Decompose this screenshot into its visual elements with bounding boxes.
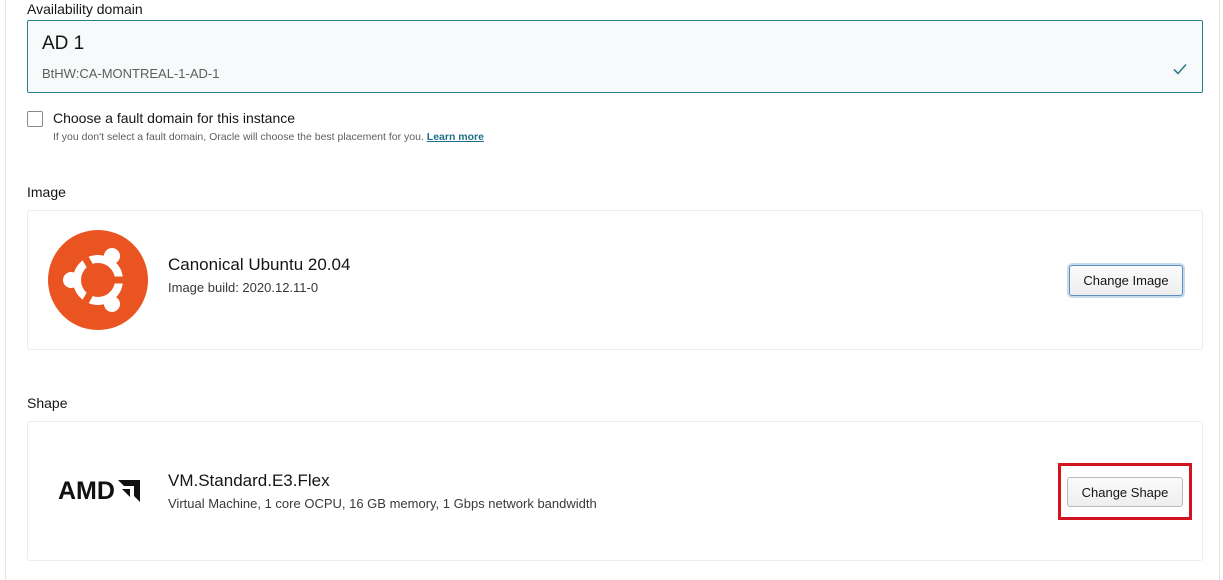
fault-domain-checkbox[interactable]	[27, 111, 43, 127]
availability-domain-title: AD 1	[42, 33, 85, 54]
amd-arrow-icon	[117, 480, 140, 502]
change-shape-button[interactable]: Change Shape	[1067, 477, 1183, 507]
fault-domain-checkbox-label[interactable]: Choose a fault domain for this instance	[53, 110, 295, 126]
check-icon	[1173, 63, 1187, 75]
fault-domain-help-text: If you don't select a fault domain, Orac…	[53, 131, 424, 143]
shape-description: Virtual Machine, 1 core OCPU, 16 GB memo…	[168, 496, 597, 511]
learn-more-link[interactable]: Learn more	[427, 131, 484, 143]
image-name: Canonical Ubuntu 20.04	[168, 255, 351, 274]
ubuntu-logo-icon	[48, 230, 148, 330]
availability-domain-option-selected[interactable]: AD 1 BtHW:CA-MONTREAL-1-AD-1	[27, 20, 1203, 93]
image-card: Canonical Ubuntu 20.04 Image build: 2020…	[27, 210, 1203, 350]
amd-logo-text: AMD	[58, 476, 115, 505]
availability-domain-subtitle: BtHW:CA-MONTREAL-1-AD-1	[42, 66, 220, 81]
shape-name: VM.Standard.E3.Flex	[168, 471, 330, 490]
change-image-button[interactable]: Change Image	[1069, 265, 1183, 296]
shape-section-label: Shape	[27, 395, 68, 411]
image-section-label: Image	[27, 184, 66, 200]
fault-domain-help: If you don't select a fault domain, Orac…	[53, 131, 484, 143]
image-build: Image build: 2020.12.11-0	[168, 280, 319, 295]
shape-card: AMD VM.Standard.E3.Flex Virtual Machine,…	[27, 421, 1203, 561]
create-instance-panel: Availability domain AD 1 BtHW:CA-MONTREA…	[5, 0, 1220, 580]
amd-logo-icon: AMD	[58, 476, 140, 505]
availability-domain-label: Availability domain	[27, 1, 143, 17]
